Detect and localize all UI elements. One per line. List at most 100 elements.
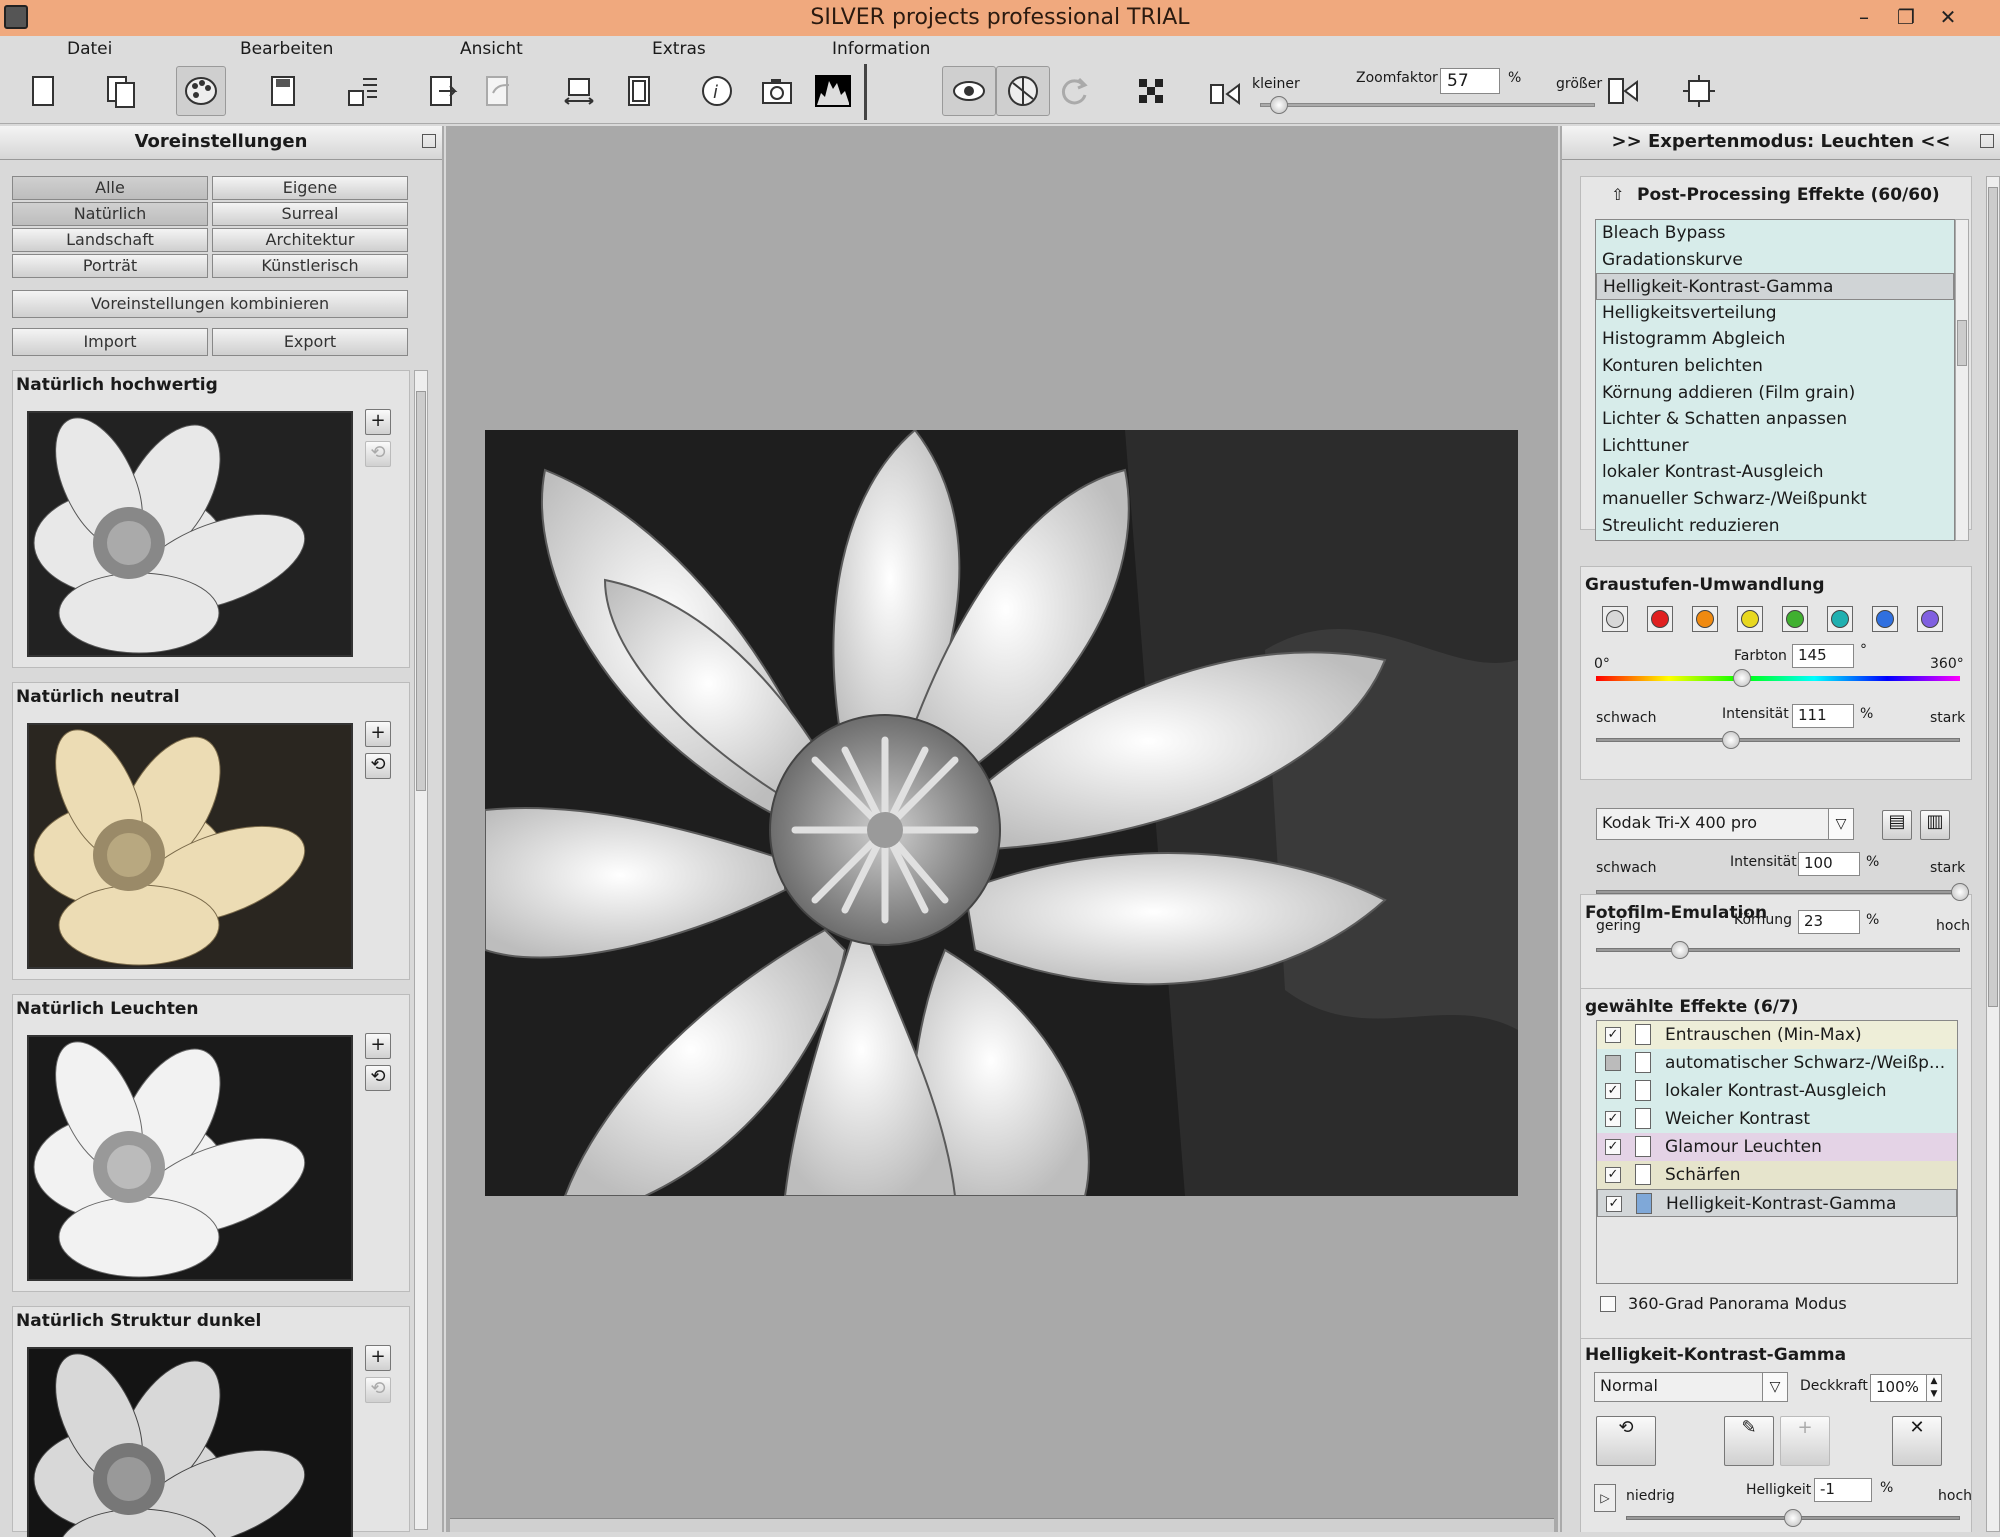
canvas-hscrollbar[interactable] — [450, 1518, 1554, 1532]
combine-preset-button[interactable]: ⟲ — [365, 1377, 391, 1403]
export-icon[interactable] — [418, 66, 468, 116]
new-document-icon[interactable] — [18, 66, 68, 116]
film-intensity-track[interactable] — [1596, 890, 1960, 894]
gray-intensity-input[interactable]: 111 — [1792, 704, 1854, 728]
brightness-input[interactable]: -1 — [1814, 1478, 1872, 1502]
preset-card[interactable]: Natürlich Struktur dunkel + ⟲ — [12, 1306, 410, 1537]
combine-preset-button[interactable]: ⟲ — [365, 1065, 391, 1091]
preset-thumbnail[interactable] — [27, 723, 353, 969]
main-photo[interactable] — [485, 430, 1518, 1196]
filter-alle[interactable]: Alle — [12, 176, 208, 200]
brightness-knob[interactable] — [1784, 1509, 1802, 1527]
effect-checkbox[interactable]: ✓ — [1605, 1139, 1621, 1155]
panorama-checkbox[interactable] — [1600, 1296, 1616, 1312]
opacity-spinner[interactable]: ▲ ▼ — [1926, 1374, 1942, 1402]
minimize-button[interactable]: – — [1842, 2, 1886, 32]
menu-ansicht[interactable]: Ansicht — [460, 39, 523, 59]
filter-architektur[interactable]: Architektur — [212, 228, 408, 252]
menu-datei[interactable]: Datei — [67, 39, 112, 59]
presets-scrollbar[interactable] — [414, 370, 428, 1530]
scrollbar-thumb[interactable] — [1988, 187, 1998, 1007]
menu-extras[interactable]: Extras — [652, 39, 706, 59]
hue-slider-track[interactable] — [1596, 676, 1960, 681]
resize-icon[interactable] — [554, 66, 604, 116]
color-swatch[interactable] — [1692, 606, 1718, 632]
zoom-input[interactable]: 57 — [1440, 68, 1500, 94]
color-swatch[interactable] — [1917, 606, 1943, 632]
zoom-out-icon[interactable] — [1200, 66, 1250, 116]
combine-presets-button[interactable]: Voreinstellungen kombinieren — [12, 290, 408, 318]
grain-track[interactable] — [1596, 948, 1960, 952]
save-effect-icon[interactable]: ✎ — [1724, 1416, 1774, 1466]
effect-row[interactable]: ✓ Weicher Kontrast — [1597, 1105, 1957, 1133]
grain-knob[interactable] — [1670, 941, 1689, 959]
gray-intensity-track[interactable] — [1596, 738, 1960, 742]
color-swatch[interactable] — [1602, 606, 1628, 632]
add-effect-icon[interactable]: + — [1780, 1416, 1830, 1466]
film-save-icon[interactable]: ▥ — [1920, 810, 1950, 840]
preset-thumbnail[interactable] — [27, 411, 353, 657]
effect-row[interactable]: ✓ lokaler Kontrast-Ausgleich — [1597, 1077, 1957, 1105]
copy-document-icon[interactable] — [96, 66, 146, 116]
share-icon[interactable] — [474, 66, 524, 116]
filter-surreal[interactable]: Surreal — [212, 202, 408, 226]
filter-eigene[interactable]: Eigene — [212, 176, 408, 200]
frame-icon[interactable] — [614, 66, 664, 116]
redo-icon[interactable] — [1050, 66, 1100, 116]
compare-icon[interactable] — [996, 66, 1050, 116]
film-folder-icon[interactable]: ▤ — [1882, 810, 1912, 840]
palette-icon[interactable] — [176, 66, 226, 116]
effect-checkbox[interactable]: ✓ — [1605, 1083, 1621, 1099]
preset-card[interactable]: Natürlich Leuchten + ⟲ — [12, 994, 410, 1292]
filter-landschaft[interactable]: Landschaft — [12, 228, 208, 252]
expert-scrollbar[interactable] — [1986, 176, 2000, 1532]
effect-checkbox[interactable]: ✓ — [1605, 1167, 1621, 1183]
color-swatch[interactable] — [1782, 606, 1808, 632]
delete-effect-icon[interactable]: ✕ — [1892, 1416, 1942, 1466]
preset-card[interactable]: Natürlich hochwertig + ⟲ — [12, 370, 410, 668]
list-item[interactable]: Histogramm Abgleich — [1596, 326, 1954, 353]
menu-bearbeiten[interactable]: Bearbeiten — [240, 39, 333, 59]
effect-row[interactable]: ✓ Glamour Leuchten — [1597, 1133, 1957, 1161]
preset-card[interactable]: Natürlich neutral + ⟲ — [12, 682, 410, 980]
grain-input[interactable]: 23 — [1798, 910, 1860, 934]
close-button[interactable]: ✕ — [1926, 2, 1970, 32]
list-item[interactable]: Körnung addieren (Film grain) — [1596, 380, 1954, 407]
zoom-slider-track[interactable] — [1260, 103, 1595, 107]
list-item[interactable]: Helligkeitsverteilung — [1596, 300, 1954, 327]
film-intensity-knob[interactable] — [1951, 883, 1969, 901]
filter-natuerlich[interactable]: Natürlich — [12, 202, 208, 226]
undock-icon[interactable] — [1980, 134, 1994, 148]
combine-preset-button[interactable]: ⟲ — [365, 753, 391, 779]
chevron-down-icon[interactable]: ▽ — [1762, 1372, 1788, 1402]
list-item[interactable]: Gradationskurve — [1596, 247, 1954, 274]
list-item[interactable]: Streulicht reduzieren — [1596, 513, 1954, 540]
export-button[interactable]: Export — [212, 328, 408, 356]
effect-checkbox[interactable] — [1605, 1055, 1621, 1071]
list-item[interactable]: lokaler Kontrast-Ausgleich — [1596, 459, 1954, 486]
collapse-up-icon[interactable]: ⇧ — [1611, 185, 1624, 204]
effect-checkbox[interactable]: ✓ — [1606, 1196, 1622, 1212]
filter-kuenstlerisch[interactable]: Künstlerisch — [212, 254, 408, 278]
preset-thumbnail[interactable] — [27, 1347, 353, 1537]
color-swatch[interactable] — [1647, 606, 1673, 632]
histogram-icon[interactable] — [808, 66, 858, 116]
zoom-slider-knob[interactable] — [1270, 96, 1289, 114]
preset-thumbnail[interactable] — [27, 1035, 353, 1281]
list-item[interactable]: Bleach Bypass — [1596, 220, 1954, 247]
add-preset-button[interactable]: + — [365, 1033, 391, 1059]
hue-slider-knob[interactable] — [1732, 669, 1751, 687]
blend-mode-select[interactable]: Normal — [1594, 1372, 1788, 1402]
film-select[interactable]: Kodak Tri-X 400 pro — [1596, 808, 1852, 840]
add-preset-button[interactable]: + — [365, 1345, 391, 1371]
effect-checkbox[interactable]: ✓ — [1605, 1111, 1621, 1127]
opacity-input[interactable]: 100% — [1870, 1374, 1928, 1402]
batch-icon[interactable] — [338, 66, 388, 116]
effect-row[interactable]: ✓ Helligkeit-Kontrast-Gamma — [1597, 1189, 1957, 1217]
exif-icon[interactable] — [752, 66, 802, 116]
chevron-down-icon[interactable]: ▽ — [1828, 808, 1854, 840]
list-item[interactable]: Lichter & Schatten anpassen — [1596, 406, 1954, 433]
color-swatch[interactable] — [1827, 606, 1853, 632]
expand-icon[interactable]: ▷ — [1594, 1484, 1616, 1512]
grid-icon[interactable] — [1126, 66, 1176, 116]
